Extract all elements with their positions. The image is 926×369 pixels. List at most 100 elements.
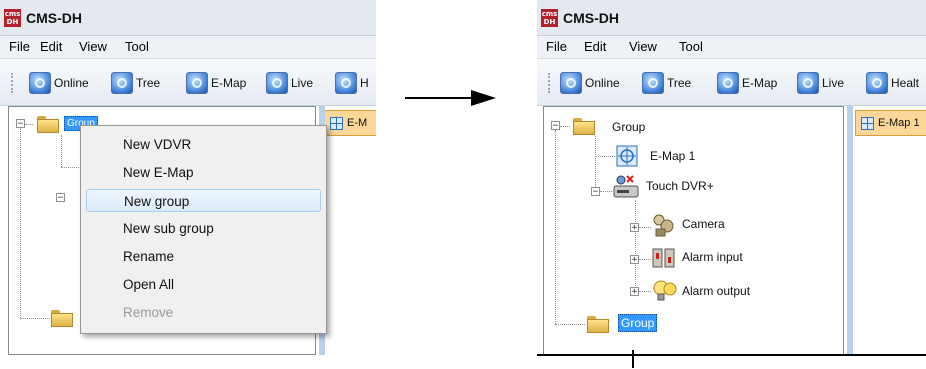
tree-connector — [595, 136, 596, 191]
folder-icon — [37, 116, 59, 133]
toolbar-grip[interactable] — [11, 73, 16, 93]
online-button[interactable]: Online — [29, 71, 89, 95]
emap-node-icon — [616, 145, 638, 167]
menu-tool[interactable]: Tool — [679, 39, 703, 54]
menu-open-all[interactable]: Open All — [86, 273, 321, 296]
tree-node-new-group[interactable]: Group — [618, 314, 658, 332]
tree-connector — [600, 191, 612, 192]
transition-arrow-line — [405, 97, 475, 99]
menu-edit[interactable]: Edit — [584, 39, 606, 54]
tree-node-camera[interactable]: Camera — [682, 217, 725, 231]
tab-emap[interactable]: E-M — [324, 110, 376, 136]
online-icon — [29, 72, 51, 94]
tree-button[interactable]: Tree — [642, 71, 691, 95]
menu-view[interactable]: View — [79, 39, 107, 54]
online-button[interactable]: Online — [560, 71, 620, 95]
tab-emap-label: E-M — [347, 117, 368, 129]
tree-connector — [25, 124, 33, 125]
tree-connector — [635, 200, 636, 290]
menu-new-vdvr[interactable]: New VDVR — [86, 133, 321, 156]
tree-connector — [61, 167, 81, 168]
callout-line — [537, 354, 926, 356]
menu-bar: File Edit View Tool — [0, 36, 376, 59]
dvr-icon — [613, 175, 639, 198]
app-logo-icon: cms DH — [4, 9, 21, 27]
tree-connector — [20, 128, 21, 318]
tree-connector — [61, 135, 62, 167]
health-icon — [866, 72, 888, 94]
menu-view[interactable]: View — [629, 39, 657, 54]
emap-button[interactable]: E-Map — [717, 71, 777, 95]
emap-icon — [717, 72, 739, 94]
tree-connector — [555, 130, 556, 324]
panel-splitter[interactable] — [847, 106, 853, 355]
app-title: CMS-DH — [26, 10, 82, 26]
camera-icon — [653, 214, 674, 237]
tab-emap-1-label: E-Map 1 — [878, 117, 920, 129]
title-bar: cms DH CMS-DH — [537, 0, 926, 36]
expand-camera-icon[interactable]: + — [630, 223, 639, 233]
expand-alarm-output-icon[interactable]: + — [630, 287, 639, 297]
health-button[interactable]: Healt — [866, 71, 919, 95]
emap-icon — [186, 72, 208, 94]
tree-button[interactable]: Tree — [111, 71, 160, 95]
tree-connector — [639, 227, 651, 228]
alarm-output-icon — [653, 280, 677, 301]
collapse-dvr-icon[interactable]: − — [56, 193, 65, 203]
tree-node-alarm-output[interactable]: Alarm output — [682, 284, 750, 298]
collapse-group-icon[interactable]: − — [16, 119, 25, 129]
live-label: Live — [822, 76, 845, 90]
transition-arrow-icon — [471, 90, 496, 106]
menu-rename[interactable]: Rename — [86, 245, 321, 268]
app-title: CMS-DH — [563, 10, 619, 26]
context-menu: New VDVR New E-Map New group New sub gro… — [80, 125, 327, 334]
tree-label: Tree — [667, 76, 692, 90]
emap-button[interactable]: E-Map — [186, 71, 246, 95]
tree-icon — [111, 72, 133, 94]
right-app-window: cms DH CMS-DH File Edit View Tool Online … — [537, 0, 926, 355]
collapse-group-icon[interactable]: − — [551, 121, 560, 131]
health-label: H — [360, 76, 369, 90]
menu-bar: File Edit View Tool — [537, 36, 926, 59]
live-button[interactable]: Live — [797, 71, 844, 95]
tree-connector — [20, 318, 50, 319]
health-button[interactable]: H — [335, 71, 369, 95]
online-label: Online — [54, 76, 89, 90]
live-label: Live — [291, 76, 314, 90]
expand-alarm-input-icon[interactable]: + — [630, 255, 639, 265]
device-tree-panel[interactable]: − Group E-Map 1 − Touch DVR+ + Camera + … — [543, 106, 844, 355]
app-logo-icon: cms DH — [541, 9, 558, 27]
menu-edit[interactable]: Edit — [40, 39, 62, 54]
tree-node-touch-dvr[interactable]: Touch DVR+ — [646, 179, 714, 193]
folder-icon — [51, 310, 73, 327]
toolbar-grip[interactable] — [548, 73, 553, 93]
collapse-dvr-icon[interactable]: − — [591, 187, 600, 197]
online-icon — [560, 72, 582, 94]
menu-file[interactable]: File — [9, 39, 30, 54]
live-button[interactable]: Live — [266, 71, 313, 95]
tree-node-alarm-input[interactable]: Alarm input — [682, 250, 743, 264]
folder-icon — [573, 118, 595, 135]
tree-connector — [555, 324, 585, 325]
menu-new-sub-group[interactable]: New sub group — [86, 217, 321, 240]
emap-icon — [330, 116, 343, 130]
tree-connector — [560, 126, 570, 127]
tab-emap-1[interactable]: E-Map 1 — [855, 110, 926, 136]
live-icon — [266, 72, 288, 94]
menu-tool[interactable]: Tool — [125, 39, 149, 54]
menu-new-emap[interactable]: New E-Map — [86, 161, 321, 184]
health-label: Healt — [891, 76, 920, 90]
tree-icon — [642, 72, 664, 94]
tree-node-emap-1[interactable]: E-Map 1 — [650, 149, 695, 163]
online-label: Online — [585, 76, 620, 90]
folder-icon — [587, 316, 609, 333]
menu-file[interactable]: File — [546, 39, 567, 54]
live-icon — [797, 72, 819, 94]
callout-pointer — [632, 350, 634, 368]
tree-node-group[interactable]: Group — [612, 120, 645, 134]
tree-connector — [595, 156, 615, 157]
menu-new-group[interactable]: New group — [86, 189, 321, 212]
health-icon — [335, 72, 357, 94]
alarm-input-icon — [652, 248, 675, 268]
emap-label: E-Map — [211, 76, 247, 90]
